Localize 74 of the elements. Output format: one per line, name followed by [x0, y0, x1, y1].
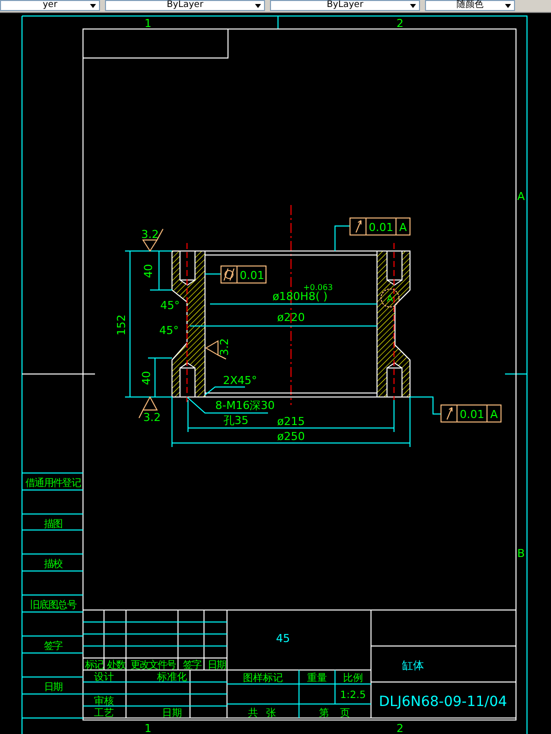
dimension-text: 2X45°	[222, 374, 258, 387]
tolerance-value: 0.01	[240, 269, 264, 282]
drawing-number: DLJ6N68-09-11/04	[378, 694, 508, 710]
zone-number: 2	[396, 722, 404, 734]
leader-line	[410, 396, 442, 414]
dimension-text: ø180H8( )	[272, 290, 328, 303]
title-block-label: 日期	[44, 682, 62, 693]
zone-number: 2	[396, 17, 404, 30]
dimension-text: 152	[115, 314, 128, 336]
caret-icon	[505, 4, 511, 8]
layer-dropdown[interactable]: ByLayer	[105, 0, 265, 11]
title-block-label: 旧底图总号	[30, 600, 76, 611]
zone-letter: A	[517, 190, 525, 203]
datum-reference: A	[490, 408, 498, 421]
sheet-label: 第	[319, 708, 329, 719]
tolerance-frame	[220, 266, 266, 284]
tolerance-value: 0.01	[460, 408, 484, 421]
dimension-text: 45°	[159, 324, 179, 337]
roughness-value: 3.2	[141, 228, 159, 241]
runout-symbol-icon	[356, 220, 362, 233]
dimension-line	[154, 358, 156, 398]
dimension-text: 8-M16深30	[215, 399, 275, 412]
title-block-label: 日期	[162, 708, 182, 719]
title-block-label: 签字	[183, 660, 201, 671]
roughness-symbol-icon	[142, 228, 164, 252]
title-block-label: 图样标记	[243, 673, 283, 684]
title-block-label: 设计	[94, 672, 114, 683]
part-name: 缸体	[402, 659, 424, 672]
layer-dropdown[interactable]: ByLayer	[270, 0, 420, 11]
roughness-symbol-icon	[206, 340, 226, 360]
leader-line	[334, 226, 350, 252]
roughness-value: 3.2	[143, 411, 161, 424]
zone-number: 1	[144, 17, 152, 30]
dimension-text: 45°	[160, 299, 180, 312]
dimension-text: +0.063	[303, 283, 333, 292]
title-block-label: 标准化	[157, 672, 187, 683]
tolerance-value: 0.01	[368, 221, 394, 234]
dimension-line	[158, 250, 160, 290]
dimension-text: 40	[140, 371, 153, 385]
title-block-label: 比例	[343, 673, 363, 684]
zone-letter: B	[517, 547, 525, 560]
title-block-label: 描图	[44, 519, 62, 530]
scale-value: 1:2.5	[340, 690, 366, 701]
title-block-label: 更改文件号	[130, 660, 176, 671]
title-block-label: 重量	[307, 673, 327, 684]
dimension-text: 40	[142, 264, 155, 278]
caret-icon	[90, 4, 96, 8]
datum-circle	[380, 288, 400, 308]
title-block-label: 日期	[208, 660, 226, 671]
cylindricity-symbol-icon	[224, 268, 234, 281]
sheet-label: 张	[266, 708, 276, 719]
runout-symbol-icon	[446, 407, 452, 420]
material-text: 45	[276, 632, 290, 645]
dimension-text: 孔35	[224, 414, 248, 427]
sheet-label: 共	[248, 708, 258, 719]
extension-line	[124, 250, 172, 252]
caret-icon	[410, 4, 416, 8]
dimension-text: ø250	[277, 430, 305, 443]
title-block-label: 标记	[85, 660, 103, 671]
sheet-label: 页	[340, 708, 350, 719]
title-block-label: 处数	[107, 660, 125, 671]
caret-icon	[255, 4, 261, 8]
layer-dropdown[interactable]: yer	[0, 0, 100, 11]
title-block-label: 描校	[44, 559, 62, 570]
roughness-value: 3.2	[218, 338, 231, 356]
tolerance-frame	[440, 404, 502, 422]
tolerance-frame	[350, 218, 410, 236]
title-block-label: 借通用件登记	[25, 478, 81, 489]
dimension-text: ø215	[277, 415, 305, 428]
datum-reference: A	[399, 221, 407, 234]
title-block-label: 工艺	[94, 708, 114, 719]
title-block-label: 签字	[44, 641, 62, 652]
title-block-label: 审核	[94, 696, 114, 707]
zone-number: 1	[144, 722, 152, 734]
